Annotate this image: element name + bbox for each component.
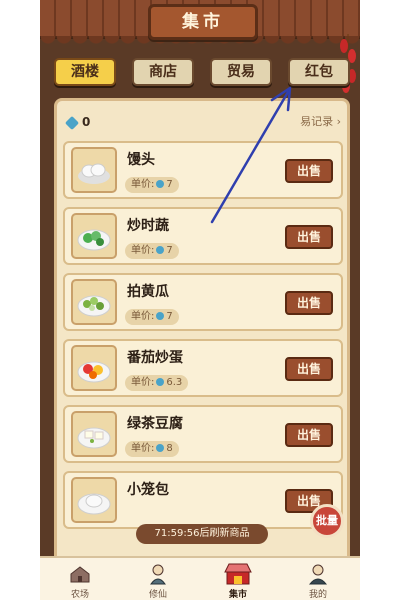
item-thumbnail [71, 477, 117, 523]
item-name: 绿茶豆腐 [127, 416, 183, 432]
tab-red-packet[interactable]: 红包 [288, 58, 350, 86]
list-item: 拍黄瓜 单价: 7 出售 [63, 273, 343, 331]
item-name: 番茄炒蛋 [127, 350, 183, 366]
gem-icon [64, 115, 80, 130]
cultivate-icon [150, 564, 166, 585]
batch-button[interactable]: 批量 [310, 504, 344, 538]
soup-dumpling-icon [77, 493, 111, 515]
item-thumbnail [71, 411, 117, 457]
nav-cultivate[interactable]: 修仙 [128, 562, 188, 600]
coin-icon [156, 443, 165, 452]
list-item: 番茄炒蛋 单价: 6.3 出售 [63, 339, 343, 397]
market-tabs: 酒楼 商店 贸易 红包 [54, 58, 350, 88]
stir-fry-vegetables-icon [77, 229, 111, 251]
wallet-display: 0 [64, 115, 91, 131]
list-item: 炒时蔬 单价: 7 出售 [63, 207, 343, 265]
sell-button[interactable]: 出售 [285, 225, 333, 249]
tab-tavern[interactable]: 酒楼 [54, 58, 116, 86]
sell-button[interactable]: 出售 [285, 423, 333, 447]
item-thumbnail [71, 279, 117, 325]
sell-button[interactable]: 出售 [285, 291, 333, 315]
wallet-count: 0 [82, 115, 91, 129]
item-price: 单价: 7 [125, 309, 179, 325]
item-thumbnail [71, 147, 117, 193]
item-price: 单价: 6.3 [125, 375, 189, 391]
item-price: 单价: 7 [125, 243, 179, 259]
nav-profile[interactable]: 我的 [288, 562, 348, 600]
nav-market[interactable]: 集市 [208, 562, 268, 600]
tomato-egg-icon [77, 361, 111, 383]
trade-record-link[interactable]: 易记录 › [300, 113, 341, 129]
tab-trade[interactable]: 贸易 [210, 58, 272, 86]
page-title: 集市 [148, 4, 258, 40]
item-name: 拍黄瓜 [127, 284, 169, 300]
item-panel: 0 易记录 › 馒头 单价: 7 出售 炒时蔬 单价: 7 出售 拍黄瓜 单价:… [54, 98, 350, 568]
item-name: 炒时蔬 [127, 218, 169, 234]
coin-icon [156, 377, 165, 386]
list-item: 馒头 单价: 7 出售 [63, 141, 343, 199]
bottom-nav: 农场 修仙 集市 我的 [40, 556, 360, 600]
coin-icon [156, 245, 165, 254]
profile-icon [308, 564, 328, 585]
item-price: 单价: 7 [125, 177, 179, 193]
tofu-icon [77, 427, 111, 449]
sell-button[interactable]: 出售 [285, 159, 333, 183]
tab-shop[interactable]: 商店 [132, 58, 194, 86]
game-window: 集市 酒楼 商店 贸易 红包 0 易记录 › 馒头 单价: 7 出售 炒时蔬 单… [40, 0, 360, 600]
item-thumbnail [71, 213, 117, 259]
farm-icon [70, 566, 90, 583]
market-icon [224, 563, 252, 585]
coin-icon [156, 311, 165, 320]
list-item: 绿茶豆腐 单价: 8 出售 [63, 405, 343, 463]
sell-button[interactable]: 出售 [285, 357, 333, 381]
coin-icon [156, 179, 165, 188]
item-price: 单价: 8 [125, 441, 179, 457]
item-name: 馒头 [127, 152, 155, 168]
steamed-bun-icon [78, 163, 110, 184]
item-thumbnail [71, 345, 117, 391]
cucumber-salad-icon [77, 295, 111, 317]
refresh-timer: 71:59:56后刷新商品 [136, 524, 268, 544]
item-name: 小笼包 [127, 482, 169, 498]
nav-farm[interactable]: 农场 [50, 562, 110, 600]
list-item: 小笼包 出售 [63, 471, 343, 529]
